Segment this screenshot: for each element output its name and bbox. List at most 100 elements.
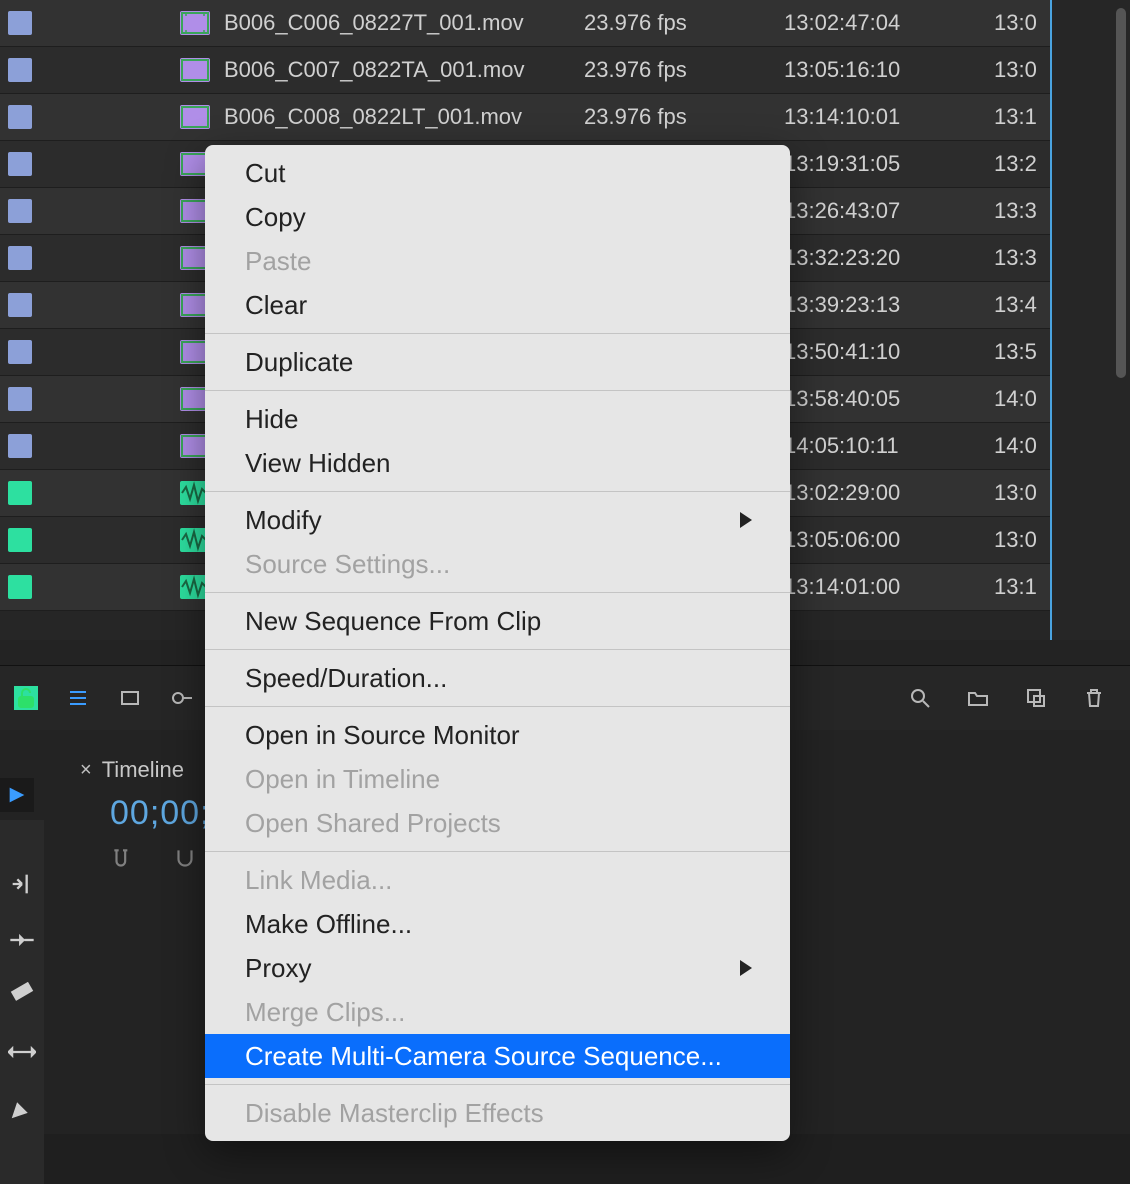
- magnet-icon[interactable]: [172, 846, 198, 877]
- clip-start: 13:32:23:20: [784, 245, 984, 271]
- label-swatch-cell: [0, 481, 40, 505]
- clip-start: 14:05:10:11: [784, 433, 984, 459]
- menu-open-source-monitor[interactable]: Open in Source Monitor: [205, 713, 790, 757]
- video-clip-icon: [180, 105, 210, 129]
- menu-view-hidden[interactable]: View Hidden: [205, 441, 790, 485]
- menu-source-settings: Source Settings...: [205, 542, 790, 586]
- slip-tool-icon[interactable]: [8, 1038, 36, 1066]
- clip-end: 14:0: [984, 433, 1050, 459]
- menu-clear[interactable]: Clear: [205, 283, 790, 327]
- clip-start: 13:14:10:01: [784, 104, 984, 130]
- label-swatch: [8, 575, 32, 599]
- clip-start: 13:50:41:10: [784, 339, 984, 365]
- menu-item-label: Hide: [245, 404, 298, 435]
- menu-item-label: New Sequence From Clip: [245, 606, 541, 637]
- menu-open-shared-projects: Open Shared Projects: [205, 801, 790, 845]
- menu-item-label: Clear: [245, 290, 307, 321]
- menu-cut[interactable]: Cut: [205, 151, 790, 195]
- menu-item-label: Open Shared Projects: [245, 808, 501, 839]
- clip-thumb: [40, 387, 224, 411]
- clip-end: 13:3: [984, 245, 1050, 271]
- menu-hide[interactable]: Hide: [205, 397, 790, 441]
- search-icon[interactable]: [908, 686, 932, 710]
- pen-tool-icon[interactable]: [8, 1094, 36, 1122]
- clip-thumb: [40, 293, 224, 317]
- label-swatch: [8, 481, 32, 505]
- menu-link-media: Link Media...: [205, 858, 790, 902]
- menu-item-label: Duplicate: [245, 347, 353, 378]
- menu-item-label: Modify: [245, 505, 322, 536]
- close-icon[interactable]: ×: [80, 759, 92, 782]
- clip-end: 13:5: [984, 339, 1050, 365]
- clip-start: 13:14:01:00: [784, 574, 984, 600]
- menu-paste: Paste: [205, 239, 790, 283]
- menu-item-label: Paste: [245, 246, 312, 277]
- freeform-view-icon[interactable]: [170, 686, 194, 710]
- label-swatch: [8, 11, 32, 35]
- label-swatch: [8, 199, 32, 223]
- timeline-tab[interactable]: × Timeline: [80, 748, 184, 792]
- label-swatch-cell: [0, 293, 40, 317]
- overwrite-tool-icon[interactable]: [8, 926, 36, 954]
- menu-copy[interactable]: Copy: [205, 195, 790, 239]
- menu-modify[interactable]: Modify: [205, 498, 790, 542]
- clip-start: 13:05:06:00: [784, 527, 984, 553]
- clip-thumb: [40, 575, 224, 599]
- menu-make-offline[interactable]: Make Offline...: [205, 902, 790, 946]
- clip-end: 13:1: [984, 574, 1050, 600]
- clip-thumb: [40, 528, 224, 552]
- label-swatch: [8, 340, 32, 364]
- label-swatch: [8, 387, 32, 411]
- project-row[interactable]: B006_C008_0822LT_001.mov 23.976 fps 13:1…: [0, 94, 1050, 141]
- menu-item-label: View Hidden: [245, 448, 391, 479]
- label-swatch-cell: [0, 340, 40, 364]
- label-swatch-cell: [0, 246, 40, 270]
- list-view-icon[interactable]: [66, 686, 90, 710]
- timeline-tab-label: Timeline: [102, 757, 184, 783]
- clip-thumb: [40, 58, 224, 82]
- razor-tool-icon[interactable]: [8, 982, 36, 1010]
- menu-proxy[interactable]: Proxy: [205, 946, 790, 990]
- clip-end: 13:2: [984, 151, 1050, 177]
- clip-end: 13:0: [984, 480, 1050, 506]
- icon-view-icon[interactable]: [118, 686, 142, 710]
- menu-speed-duration[interactable]: Speed/Duration...: [205, 656, 790, 700]
- clip-start: 13:39:23:13: [784, 292, 984, 318]
- trash-icon[interactable]: [1082, 686, 1106, 710]
- submenu-arrow-icon: [740, 960, 752, 976]
- menu-item-label: Merge Clips...: [245, 997, 405, 1028]
- label-swatch: [8, 58, 32, 82]
- snap-icon[interactable]: [110, 846, 136, 877]
- menu-open-timeline: Open in Timeline: [205, 757, 790, 801]
- project-row[interactable]: B006_C007_0822TA_001.mov 23.976 fps 13:0…: [0, 47, 1050, 94]
- project-row[interactable]: B006_C006_08227T_001.mov 23.976 fps 13:0…: [0, 0, 1050, 47]
- vertical-scrollbar[interactable]: [1112, 0, 1128, 640]
- label-swatch-cell: [0, 575, 40, 599]
- insert-tool-icon[interactable]: [8, 870, 36, 898]
- clip-thumb: [40, 199, 224, 223]
- clip-thumb: [40, 434, 224, 458]
- video-clip-icon: [180, 58, 210, 82]
- scrollbar-thumb[interactable]: [1116, 8, 1126, 378]
- menu-new-sequence-from-clip[interactable]: New Sequence From Clip: [205, 599, 790, 643]
- clip-name: B006_C006_08227T_001.mov: [224, 10, 584, 36]
- project-writable-icon[interactable]: [14, 686, 38, 710]
- clip-end: 13:0: [984, 10, 1050, 36]
- new-item-icon[interactable]: [1024, 686, 1048, 710]
- clip-end: 13:1: [984, 104, 1050, 130]
- clip-start: 13:02:47:04: [784, 10, 984, 36]
- label-swatch-cell: [0, 199, 40, 223]
- clip-fps: 23.976 fps: [584, 57, 784, 83]
- playhead-indicator[interactable]: [0, 778, 34, 812]
- menu-merge-clips: Merge Clips...: [205, 990, 790, 1034]
- label-swatch-cell: [0, 105, 40, 129]
- clip-thumb: [40, 105, 224, 129]
- menu-duplicate[interactable]: Duplicate: [205, 340, 790, 384]
- new-bin-icon[interactable]: [966, 686, 990, 710]
- clip-end: 13:4: [984, 292, 1050, 318]
- menu-disable-masterclip-effects: Disable Masterclip Effects: [205, 1091, 790, 1135]
- menu-create-multicam[interactable]: Create Multi-Camera Source Sequence...: [205, 1034, 790, 1078]
- timeline-timecode[interactable]: 00;00;: [110, 794, 211, 833]
- label-swatch-cell: [0, 152, 40, 176]
- menu-item-label: Source Settings...: [245, 549, 450, 580]
